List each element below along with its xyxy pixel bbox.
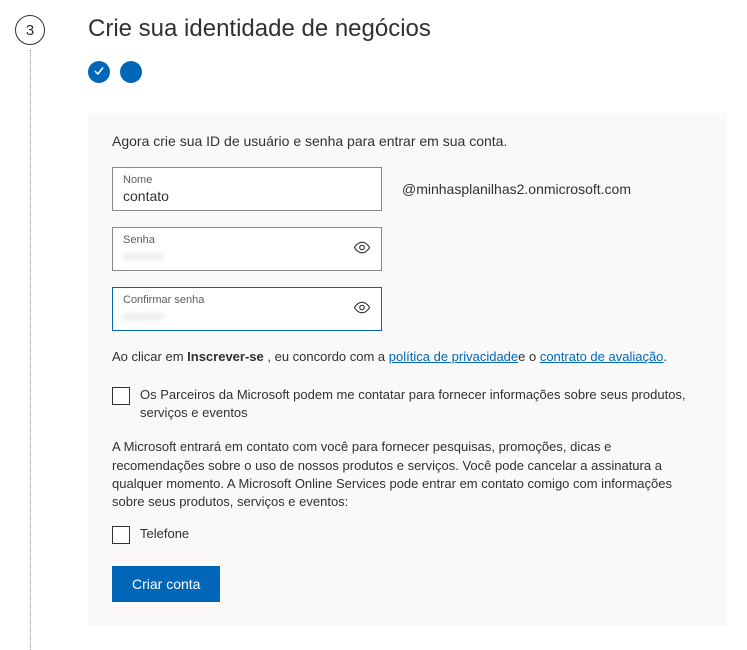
- progress-indicator: [88, 61, 727, 83]
- partners-checkbox-label: Os Parceiros da Microsoft podem me conta…: [140, 386, 703, 422]
- name-field-wrapper[interactable]: Nome: [112, 167, 382, 211]
- agreement-text: Ao clicar em Inscrever-se , eu concordo …: [112, 349, 703, 364]
- trial-agreement-link[interactable]: contrato de avaliação: [540, 349, 664, 364]
- password-label: Senha: [123, 234, 371, 246]
- password-input[interactable]: [123, 248, 371, 264]
- password-field-wrapper[interactable]: Senha: [112, 227, 382, 271]
- step-indicator-column: 3: [0, 15, 60, 626]
- page-title: Crie sua identidade de negócios: [88, 15, 727, 43]
- checkmark-icon: [93, 64, 105, 80]
- confirm-password-label: Confirmar senha: [123, 294, 371, 306]
- step-connector-line: [30, 50, 31, 650]
- partners-checkbox[interactable]: [112, 387, 130, 405]
- phone-checkbox-label: Telefone: [140, 525, 189, 543]
- step-number-circle: 3: [15, 15, 45, 45]
- progress-dot-current: [120, 61, 142, 83]
- eye-icon[interactable]: [353, 299, 371, 320]
- domain-suffix: @minhasplanilhas2.onmicrosoft.com: [402, 181, 631, 197]
- create-account-button[interactable]: Criar conta: [112, 566, 220, 602]
- agreement-action: Inscrever-se: [187, 349, 264, 364]
- name-input[interactable]: [123, 188, 371, 204]
- contact-info-text: A Microsoft entrará em contato com você …: [112, 438, 703, 511]
- form-intro-text: Agora crie sua ID de usuário e senha par…: [112, 133, 703, 149]
- phone-checkbox[interactable]: [112, 526, 130, 544]
- progress-dot-completed: [88, 61, 110, 83]
- privacy-policy-link[interactable]: política de privacidade: [389, 349, 518, 364]
- confirm-password-field-wrapper[interactable]: Confirmar senha: [112, 287, 382, 331]
- step-number: 3: [26, 22, 34, 39]
- name-label: Nome: [123, 174, 371, 186]
- form-panel: Agora crie sua ID de usuário e senha par…: [88, 113, 727, 626]
- confirm-password-input[interactable]: [123, 308, 371, 324]
- eye-icon[interactable]: [353, 239, 371, 260]
